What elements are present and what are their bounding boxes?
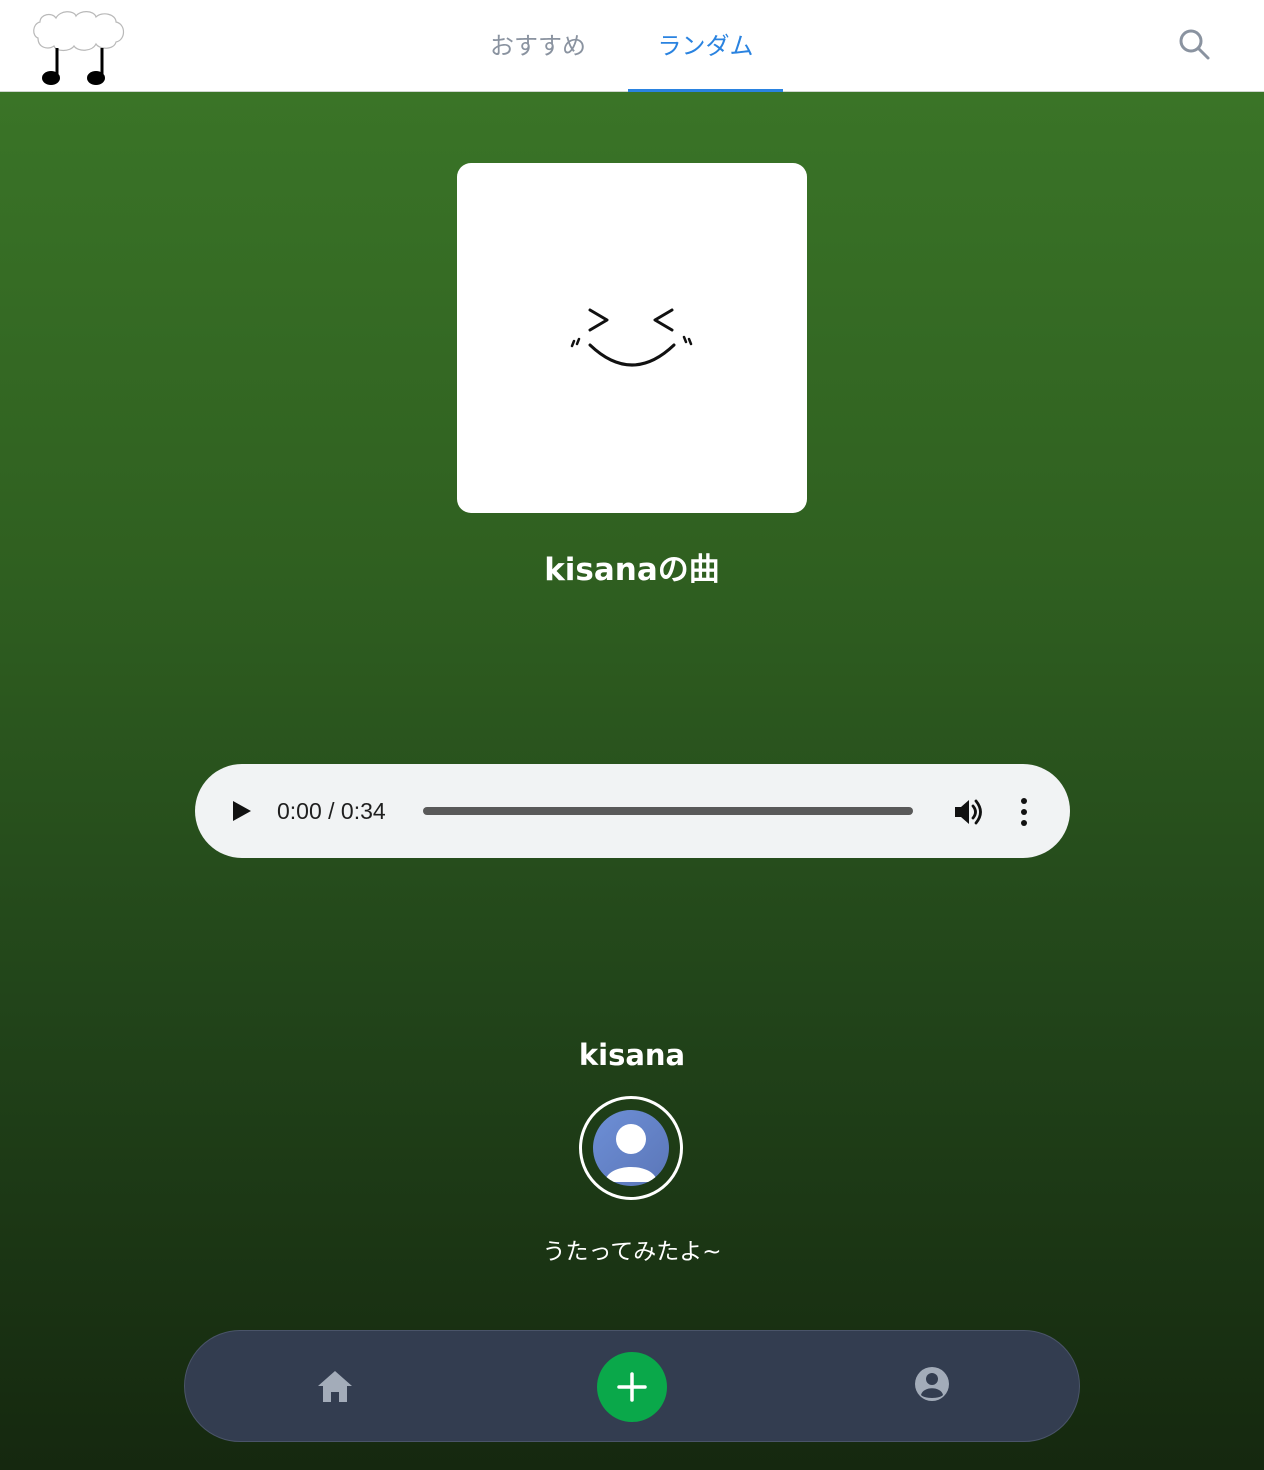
default-user-avatar xyxy=(593,1110,669,1186)
tab-recommend[interactable]: おすすめ xyxy=(460,0,616,92)
profile-icon[interactable] xyxy=(912,1364,952,1404)
song-description: うたってみたよ~ xyxy=(542,1239,722,1265)
add-button[interactable] xyxy=(597,1352,667,1422)
progress-bar[interactable] xyxy=(423,807,913,815)
playback-time: 0:00 / 0:34 xyxy=(277,798,386,824)
artist-name: kisana xyxy=(578,1038,686,1072)
volume-icon[interactable] xyxy=(951,795,985,829)
cloud-music-notes-logo[interactable] xyxy=(30,8,130,90)
smiling-face-artwork xyxy=(570,308,693,367)
song-title: kisanaの曲 xyxy=(544,552,720,588)
bottom-navigation xyxy=(184,1330,1080,1442)
play-icon[interactable] xyxy=(225,795,257,827)
home-icon[interactable] xyxy=(315,1366,355,1406)
audio-player: 0:00 / 0:34 xyxy=(195,764,1070,858)
avatar xyxy=(593,1110,669,1186)
artist-avatar[interactable] xyxy=(579,1096,683,1200)
main-content: kisanaの曲 0:00 / 0:34 kisana うたってみたよ~ xyxy=(0,92,1264,1470)
add-icon xyxy=(617,1372,647,1402)
top-header: おすすめ ランダム xyxy=(0,0,1264,92)
song-artwork xyxy=(457,163,807,513)
more-options-icon[interactable] xyxy=(1009,795,1039,829)
tab-random[interactable]: ランダム xyxy=(628,0,783,92)
search-icon[interactable] xyxy=(1176,26,1212,62)
